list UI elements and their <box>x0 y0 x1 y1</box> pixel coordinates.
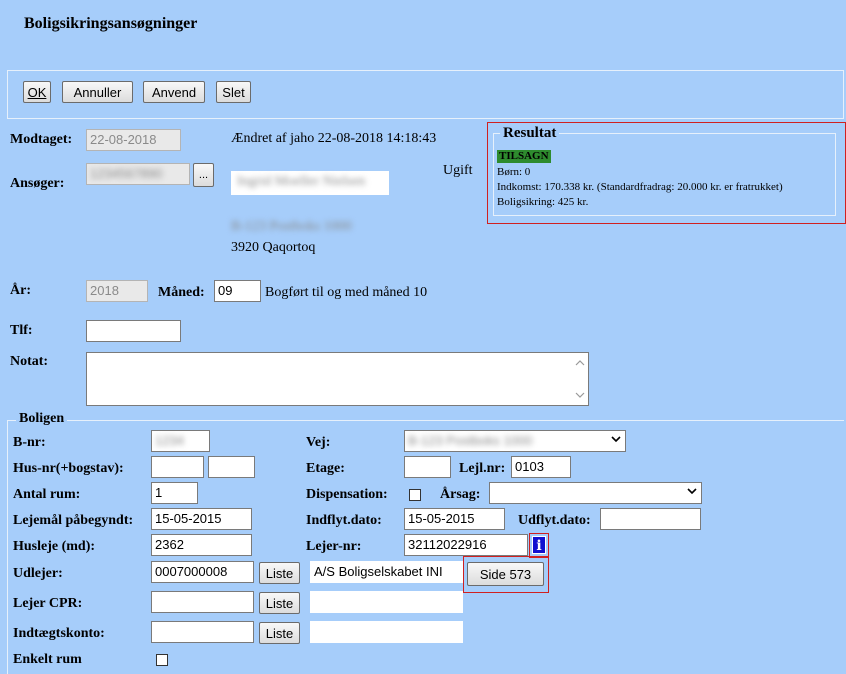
maaned-field[interactable]: 09 <box>214 280 261 302</box>
husnr-label: Hus-nr(+bogstav): <box>13 461 124 476</box>
aar-label: År: <box>10 283 31 298</box>
aendret-text: Ændret af jaho 22-08-2018 14:18:43 <box>231 131 437 146</box>
udlejer-liste-button[interactable]: Liste <box>259 562 300 584</box>
enkelt-rum-checkbox[interactable] <box>156 654 168 666</box>
udflyt-label: Udflyt.dato: <box>518 513 591 528</box>
indtaegt-field[interactable] <box>151 621 254 643</box>
aarsag-label: Årsag: <box>440 487 481 502</box>
etage-label: Etage: <box>306 461 345 476</box>
civil-status: Ugift <box>443 163 473 178</box>
indflyt-field[interactable]: 15-05-2015 <box>404 508 505 530</box>
slet-button[interactable]: Slet <box>216 81 251 103</box>
udlejer-field[interactable]: 0007000008 <box>151 561 254 583</box>
dispensation-label: Dispensation: <box>306 487 388 502</box>
name-box: Ingrid Moeller Nielsen <box>231 171 389 195</box>
modtaget-field[interactable]: 22-08-2018 <box>86 129 181 151</box>
aar-field[interactable]: 2018 <box>86 280 148 302</box>
resultat-boern: Børn: 0 <box>497 166 531 178</box>
tlf-label: Tlf: <box>10 323 33 338</box>
chevron-down-icon <box>611 436 621 443</box>
lejernr-field[interactable]: 32112022916 <box>404 534 528 556</box>
ok-button[interactable]: OK <box>23 81 51 103</box>
lejer-cpr-liste-button[interactable]: Liste <box>259 592 300 614</box>
lejernr-label: Lejer-nr: <box>306 539 362 554</box>
husleje-field[interactable]: 2362 <box>151 534 252 556</box>
info-icon[interactable]: i <box>532 536 546 554</box>
modtaget-label: Modtaget: <box>10 132 73 147</box>
boligen-legend: Boligen <box>16 411 68 427</box>
lejer-cpr-field[interactable] <box>151 591 254 613</box>
ansoeger-name: Ingrid Moeller Nielsen <box>237 174 366 189</box>
notat-scrollbar[interactable] <box>574 356 586 402</box>
indtaegt-liste-button[interactable]: Liste <box>259 622 300 644</box>
etage-field[interactable] <box>404 456 451 478</box>
lejlnr-field[interactable]: 0103 <box>511 456 571 478</box>
udlejer-name-field[interactable]: A/S Boligselskabet INI <box>310 561 463 583</box>
bnr-label: B-nr: <box>13 435 46 450</box>
lejer-cpr-label: Lejer CPR: <box>13 596 83 611</box>
ansoeger-lookup-button[interactable]: ... <box>193 163 214 187</box>
ansoeger-field[interactable]: 1234567890 <box>86 163 190 185</box>
indflyt-label: Indflyt.dato: <box>306 513 382 528</box>
aarsag-select[interactable] <box>489 482 702 504</box>
resultat-legend: Resultat <box>500 125 560 142</box>
annuller-button[interactable]: Annuller <box>62 81 133 103</box>
bnr-field[interactable]: 1234 <box>151 430 210 452</box>
udlejer-label: Udlejer: <box>13 566 63 581</box>
address-line: B-123 Postboks 1000 <box>231 219 352 234</box>
boligen-top-line <box>7 420 844 421</box>
husbogstav-field[interactable] <box>208 456 255 478</box>
lejer-cpr-name-field[interactable] <box>310 591 463 613</box>
ansoeger-label: Ansøger: <box>10 176 65 191</box>
notat-label: Notat: <box>10 354 49 369</box>
boligen-left-line <box>7 420 8 674</box>
udflyt-field[interactable] <box>600 508 701 530</box>
lejemaal-label: Lejemål påbegyndt: <box>13 513 134 528</box>
vej-label: Vej: <box>306 435 331 450</box>
resultat-boligsikring: Boligsikring: 425 kr. <box>497 196 589 208</box>
husleje-label: Husleje (md): <box>13 539 96 554</box>
bogfort-text: Bogført til og med måned 10 <box>265 285 428 300</box>
husnr-field[interactable] <box>151 456 204 478</box>
page-title: Boligsikringsansøgninger <box>24 15 198 32</box>
antal-rum-label: Antal rum: <box>13 487 81 502</box>
city-line: 3920 Qaqortoq <box>231 240 316 255</box>
indtaegt-name-field[interactable] <box>310 621 463 643</box>
anvend-button[interactable]: Anvend <box>143 81 205 103</box>
resultat-indkomst: Indkomst: 170.338 kr. (Standardfradrag: … <box>497 181 783 193</box>
lejemaal-field[interactable]: 15-05-2015 <box>151 508 252 530</box>
antal-rum-field[interactable]: 1 <box>151 482 198 504</box>
side-button[interactable]: Side 573 <box>467 562 544 586</box>
dispensation-checkbox[interactable] <box>409 489 421 501</box>
lejlnr-label: Lejl.nr: <box>459 461 506 476</box>
indtaegt-label: Indtægtskonto: <box>13 626 105 641</box>
resultat-status-badge: TILSAGN <box>497 150 551 163</box>
chevron-down-icon <box>687 488 697 495</box>
notat-textarea[interactable] <box>86 352 589 406</box>
enkelt-rum-label: Enkelt rum <box>13 652 82 667</box>
tlf-field[interactable] <box>86 320 181 342</box>
maaned-label: Måned: <box>158 285 205 300</box>
vej-select[interactable]: B-123 Postboks 1000 <box>404 430 626 452</box>
